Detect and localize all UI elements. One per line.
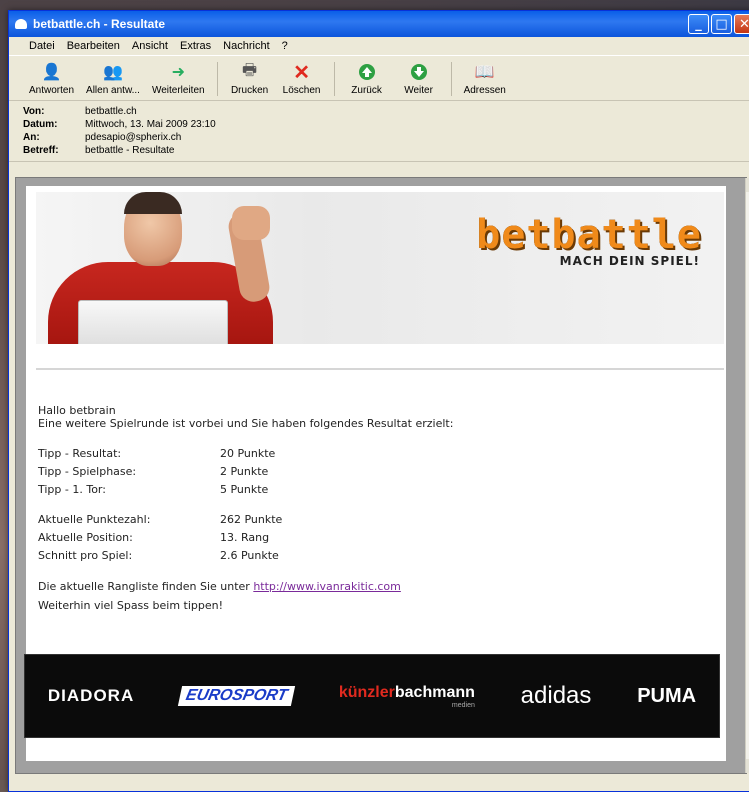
maximize-button[interactable]: □ [711,14,732,34]
banner-person-fist [232,206,270,240]
next-icon [408,62,430,82]
stat-label: Aktuelle Punktezahl: [38,512,151,526]
sponsor-diadora[interactable]: DIADORA [48,686,134,706]
stat-row: Tipp - Resultat: 20 Punkte [38,444,718,462]
sponsor-kb-part1: künzler [338,683,395,701]
reply-all-icon: 👥 [103,64,123,81]
next-button[interactable]: Weiter [393,62,445,100]
print-button[interactable]: 🖶 Drucken [224,62,276,100]
ranking-text: Die aktuelle Rangliste finden Sie unter [38,580,254,593]
stat-value: 2 Punkte [220,464,269,478]
from-value: betbattle.ch [85,106,137,117]
menu-extras[interactable]: Extras [174,40,217,52]
reply-all-button[interactable]: 👥 Allen antw... [80,62,146,100]
sponsor-eurosport[interactable]: EUROSPORT [177,686,296,706]
print-icon: 🖶 [242,61,258,79]
sponsor-puma[interactable]: PUMA [637,685,696,708]
forward-icon: ➜ [171,64,185,81]
stat-value: 262 Punkte [220,512,283,526]
banner-laptop [78,300,228,344]
menu-bearbeiten[interactable]: Bearbeiten [61,40,126,52]
betbattle-logo: betbattle [476,212,702,258]
tipp-stats: Tipp - Resultat: 20 Punkte Tipp - Spielph… [38,444,718,564]
forward-label: Weiterleiten [151,85,205,96]
stat-value: 20 Punkte [220,446,276,460]
window-controls: _ □ ✕ [688,14,749,34]
toolbar-separator [216,62,218,96]
stat-label: Tipp - 1. Tor: [38,482,106,496]
stat-row: Schnitt pro Spiel: 2.6 Punkte [38,546,718,564]
close-button[interactable]: ✕ [734,14,749,34]
back-icon [356,62,378,82]
menu-bar: Datei Bearbeiten Ansicht Extras Nachrich… [9,37,749,56]
toolbar: 👤 Antworten 👥 Allen antw... ➜ Weiterleit… [9,56,749,101]
address-book-icon: 📖 [474,64,495,81]
stat-row: Tipp - 1. Tor: 5 Punkte [38,480,718,498]
subject-label: Betreff: [23,145,59,156]
message-headers: Von: betbattle.ch Datum: Mittwoch, 13. Mai… [9,101,749,162]
stat-label: Tipp - Resultat: [38,446,122,460]
addresses-label: Adressen [463,85,506,96]
mail-content: betbattle MACH DEIN SPIEL! Hallo betbrai… [24,186,726,761]
stat-row: Aktuelle Position: 13. Rang [38,528,718,546]
stat-value: 2.6 Punkte [220,548,279,562]
menu-ansicht[interactable]: Ansicht [126,40,174,52]
from-label: Von: [23,106,45,117]
back-button[interactable]: Zurück [341,62,393,100]
mail-app-icon [15,19,27,29]
forward-button[interactable]: ➜ Weiterleiten [146,62,211,100]
stat-value: 5 Punkte [220,482,269,496]
next-label: Weiter [404,85,433,96]
delete-button[interactable]: ✕ Löschen [276,62,328,100]
menu-datei[interactable]: Datei [23,40,61,52]
message-body-pane[interactable]: betbattle MACH DEIN SPIEL! Hallo betbrai… [15,177,749,774]
subject-value: betbattle - Resultate [85,145,175,156]
stat-label: Schnitt pro Spiel: [38,548,133,562]
reply-label: Antworten [29,85,75,96]
greeting: Hallo betbrain [38,404,116,417]
reply-button[interactable]: 👤 Antworten [23,62,80,100]
sponsor-footer: DIADORA EUROSPORT künzlerbachmann medien … [24,654,720,738]
stat-row: Tipp - Spielphase: 2 Punkte [38,462,718,480]
addresses-button[interactable]: 📖 Adressen [458,62,512,100]
delete-icon: ✕ [293,61,310,84]
date-value: Mittwoch, 13. Mai 2009 23:10 [85,119,216,130]
vertical-scrollbar[interactable]: ▲ ▼ [745,178,749,773]
date-label: Datum: [23,119,58,130]
stat-label: Tipp - Spielphase: [38,464,137,478]
banner-person-hair [124,192,182,214]
intro-text: Eine weitere Spielrunde ist vorbei und S… [38,417,454,430]
reply-all-label: Allen antw... [86,85,140,96]
stat-value: 13. Rang [220,530,270,544]
sponsor-kuenzlerbachmann[interactable]: künzlerbachmann medien [339,684,475,709]
toolbar-separator [333,62,335,96]
print-label: Drucken [230,85,269,96]
sponsor-kb-part3: medien [451,701,475,709]
menu-nachricht[interactable]: Nachricht [217,40,275,52]
ranking-line: Die aktuelle Rangliste finden Sie unter … [38,580,718,593]
to-value: pdesapio@spherix.ch [85,132,182,143]
stat-label: Aktuelle Position: [38,530,133,544]
stat-row: Aktuelle Punktezahl: 262 Punkte [38,510,718,528]
minimize-button[interactable]: _ [688,14,709,34]
back-label: Zurück [351,85,382,96]
menu-help[interactable]: ? [276,40,294,52]
banner-slogan: MACH DEIN SPIEL! [559,254,700,268]
mail-window: betbattle.ch - Resultate _ □ ✕ Datei Bea… [8,10,749,792]
toolbar-separator [450,62,452,96]
closing-text: Weiterhin viel Spass beim tippen! [38,599,224,612]
sponsor-kb-part2: bachmann [394,683,475,701]
window-title: betbattle.ch - Resultate [33,17,166,31]
divider [36,368,724,370]
ranking-link[interactable]: http://www.ivanrakitic.com [253,580,401,593]
to-label: An: [23,132,40,143]
sponsor-adidas[interactable]: adidas [521,682,592,710]
betbattle-banner: betbattle MACH DEIN SPIEL! [36,192,724,344]
title-bar[interactable]: betbattle.ch - Resultate [9,11,749,37]
reply-icon: 👤 [41,64,62,81]
mail-text: Hallo betbrain Eine weitere Spielrunde i… [38,404,718,612]
delete-label: Löschen [282,85,321,96]
